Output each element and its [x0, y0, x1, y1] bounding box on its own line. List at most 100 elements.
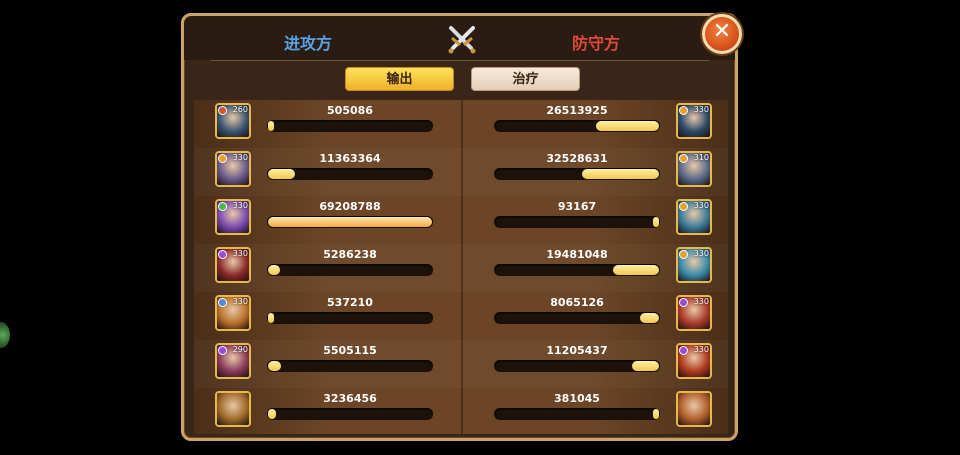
damage-bar-fill: [268, 361, 282, 371]
faction-gem-icon: [679, 106, 688, 115]
panel-header: 进攻方 防守方: [184, 16, 735, 60]
attacker-hero-portrait[interactable]: 330: [215, 247, 251, 283]
defender-team-label: 防守方: [572, 34, 621, 53]
attacker-hero-portrait[interactable]: 260: [215, 103, 251, 139]
damage-bar-fill: [268, 313, 274, 323]
close-icon: ✕: [712, 19, 732, 44]
stat-row: 330 537210 330 8065126: [194, 292, 728, 340]
damage-bar-fill: [639, 313, 659, 323]
attacker-damage-bar: [267, 312, 433, 324]
stat-row: 330 11363364 310 32528631: [194, 148, 728, 196]
defender-hero-portrait[interactable]: 330: [676, 199, 712, 235]
faction-gem-icon: [218, 250, 227, 259]
attacker-hero-portrait[interactable]: [215, 391, 251, 427]
attacker-hero-portrait[interactable]: 330: [215, 151, 251, 187]
faction-gem-icon: [218, 154, 227, 163]
defender-damage-value: 19481048: [546, 248, 608, 261]
attacker-damage-value: 5505115: [323, 344, 377, 357]
hero-level: 330: [232, 201, 248, 210]
defender-damage-bar: [494, 216, 660, 228]
attacker-damage-bar: [267, 168, 433, 180]
stat-row: 260 505086 330 26513925: [194, 100, 728, 148]
faction-gem-icon: [218, 346, 227, 355]
defender-damage-bar: [494, 168, 660, 180]
faction-gem-icon: [679, 154, 688, 163]
defender-damage-bar: [494, 120, 660, 132]
defender-damage-bar: [494, 408, 660, 420]
defender-damage-value: 93167: [557, 200, 597, 213]
damage-bar-fill: [268, 409, 276, 419]
side-floating-button[interactable]: [0, 322, 10, 348]
damage-bar-fill: [632, 361, 659, 371]
battle-stats-panel: 进攻方 防守方 ✕ 输出 治疗 260 505086 330 26513925 330 1…: [181, 13, 742, 441]
damage-bar-fill: [268, 121, 274, 131]
attacker-hero-portrait[interactable]: 330: [215, 199, 251, 235]
attacker-team-label: 进攻方: [284, 34, 333, 53]
faction-gem-icon: [218, 106, 227, 115]
defender-hero-portrait[interactable]: 330: [676, 295, 712, 331]
hero-level: 310: [693, 153, 709, 162]
damage-bar-fill: [653, 409, 659, 419]
damage-bar-fill: [268, 217, 432, 227]
attacker-damage-value: 3236456: [323, 392, 377, 405]
faction-gem-icon: [218, 202, 227, 211]
stat-row: 330 5286238 330 19481048: [194, 244, 728, 292]
defender-damage-value: 381045: [554, 392, 600, 405]
stats-list: 260 505086 330 26513925 330 11363364 310 325286…: [194, 100, 728, 434]
damage-bar-fill: [581, 169, 659, 179]
faction-gem-icon: [679, 202, 688, 211]
defender-hero-portrait[interactable]: 310: [676, 151, 712, 187]
header-divider: [210, 60, 709, 61]
attacker-damage-value: 11363364: [319, 152, 381, 165]
defender-hero-portrait[interactable]: [676, 391, 712, 427]
tab-damage[interactable]: 输出: [345, 67, 454, 91]
attacker-damage-bar: [267, 360, 433, 372]
defender-hero-portrait[interactable]: 330: [676, 247, 712, 283]
attacker-damage-value: 69208788: [319, 200, 381, 213]
hero-level: 330: [693, 345, 709, 354]
stat-row: 3236456 381045: [194, 388, 728, 436]
defender-hero-portrait[interactable]: 330: [676, 343, 712, 379]
hero-level: 290: [232, 345, 248, 354]
defender-damage-value: 26513925: [546, 104, 608, 117]
hero-level: 330: [693, 297, 709, 306]
damage-bar-fill: [596, 121, 659, 131]
close-button[interactable]: ✕: [702, 14, 742, 54]
damage-bar-fill: [653, 217, 659, 227]
hero-level: 330: [693, 201, 709, 210]
attacker-damage-value: 505086: [327, 104, 373, 117]
stat-row: 290 5505115 330 11205437: [194, 340, 728, 388]
faction-gem-icon: [679, 346, 688, 355]
stat-row: 330 69208788 330 93167: [194, 196, 728, 244]
hero-avatar: [217, 393, 249, 425]
hero-level: 330: [232, 297, 248, 306]
hero-level: 330: [693, 249, 709, 258]
attacker-damage-bar: [267, 408, 433, 420]
attacker-hero-portrait[interactable]: 330: [215, 295, 251, 331]
crossed-swords-icon: [448, 26, 476, 54]
hero-level: 330: [232, 153, 248, 162]
damage-bar-fill: [268, 265, 281, 275]
hero-level: 260: [232, 105, 248, 114]
defender-damage-value: 32528631: [546, 152, 608, 165]
faction-gem-icon: [218, 298, 227, 307]
attacker-hero-portrait[interactable]: 290: [215, 343, 251, 379]
attacker-damage-value: 537210: [327, 296, 373, 309]
defender-damage-bar: [494, 312, 660, 324]
hero-level: 330: [232, 249, 248, 258]
attacker-damage-bar: [267, 120, 433, 132]
hero-avatar: [678, 393, 710, 425]
faction-gem-icon: [679, 250, 688, 259]
defender-hero-portrait[interactable]: 330: [676, 103, 712, 139]
hero-level: 330: [693, 105, 709, 114]
damage-bar-fill: [612, 265, 659, 275]
attacker-damage-bar: [267, 216, 433, 228]
faction-gem-icon: [679, 298, 688, 307]
tab-healing[interactable]: 治疗: [471, 67, 580, 91]
defender-damage-value: 8065126: [550, 296, 604, 309]
defender-damage-bar: [494, 264, 660, 276]
damage-bar-fill: [268, 169, 295, 179]
defender-damage-value: 11205437: [546, 344, 608, 357]
defender-damage-bar: [494, 360, 660, 372]
attacker-damage-bar: [267, 264, 433, 276]
